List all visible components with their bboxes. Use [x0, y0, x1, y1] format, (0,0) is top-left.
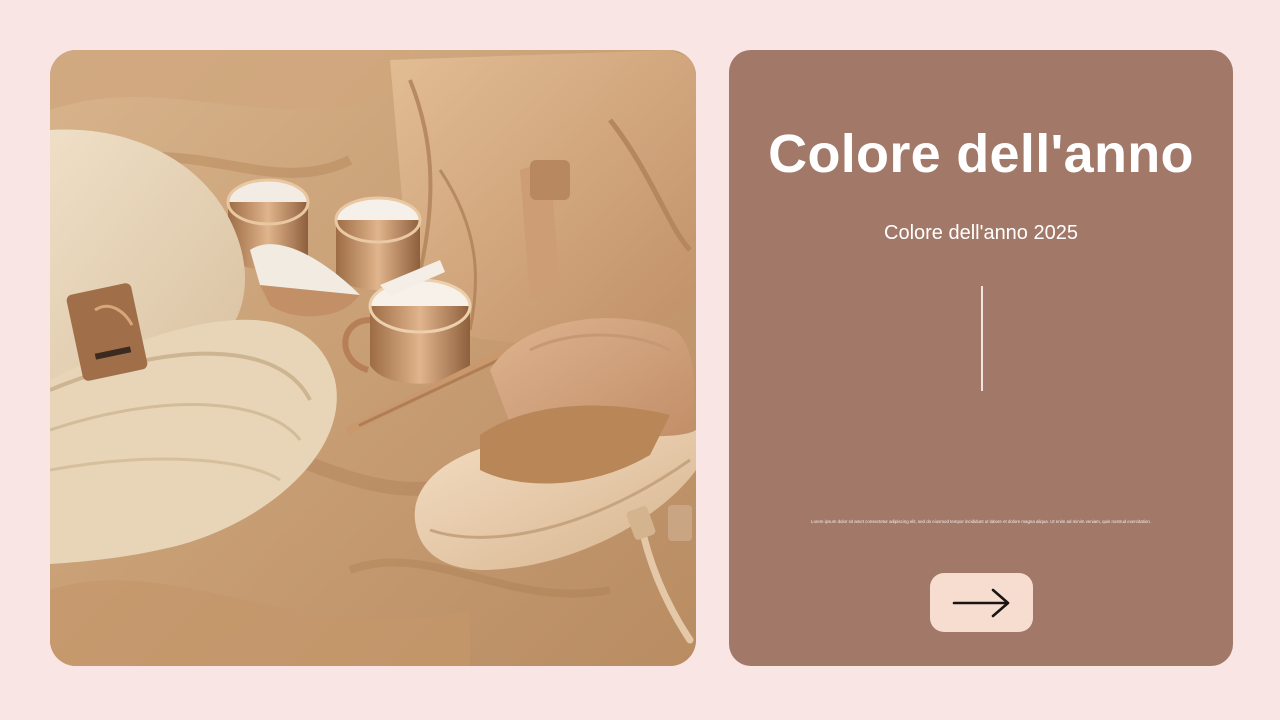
next-button[interactable] [930, 573, 1033, 632]
body-text: Lorem ipsum dolor sit amet consectetur a… [811, 519, 1151, 524]
product-photo-icon [50, 50, 696, 666]
divider [981, 286, 983, 391]
subtitle: Colore dell'anno 2025 [884, 222, 1078, 244]
headline: Colore dell'anno [768, 124, 1194, 184]
info-card: Colore dell'anno Colore dell'anno 2025 L… [729, 50, 1233, 666]
product-photo [50, 50, 696, 666]
arrow-right-icon [952, 588, 1009, 617]
